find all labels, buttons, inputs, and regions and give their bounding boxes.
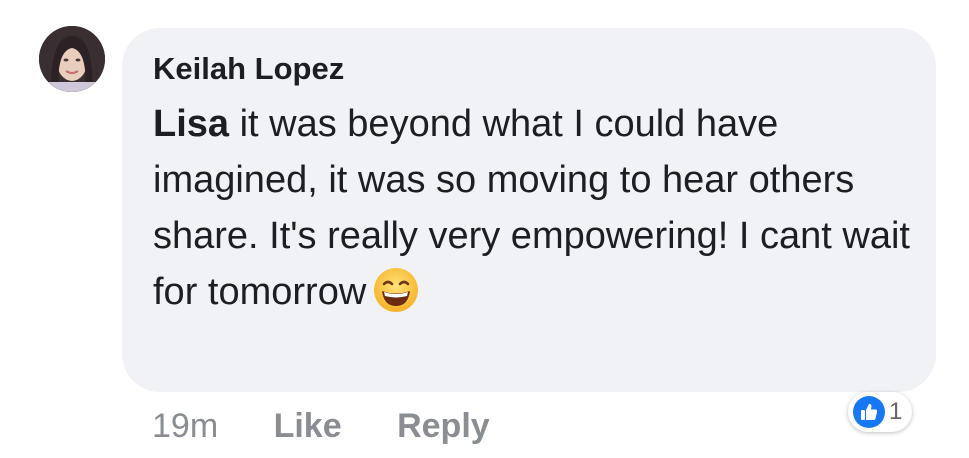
timestamp[interactable]: 19m: [152, 407, 218, 445]
comment-container: Keilah Lopez Lisa it was beyond what I c…: [0, 0, 969, 458]
thumbs-up-icon: [853, 396, 885, 428]
grinning-squinting-face-icon: [372, 266, 420, 314]
comment-bubble: Keilah Lopez Lisa it was beyond what I c…: [122, 28, 936, 392]
like-button[interactable]: Like: [274, 407, 342, 445]
reply-button[interactable]: Reply: [397, 407, 490, 445]
reaction-summary[interactable]: 1: [848, 392, 913, 432]
avatar[interactable]: [39, 26, 105, 92]
comment-text: Lisa it was beyond what I could have ima…: [153, 96, 913, 320]
avatar-photo: [39, 26, 105, 92]
reaction-count: 1: [889, 398, 903, 425]
author-name[interactable]: Keilah Lopez: [153, 50, 906, 88]
mention-link[interactable]: Lisa: [153, 103, 229, 145]
comment-actions: 19m Like Reply: [152, 404, 536, 448]
comment-body: it was beyond what I could have imagined…: [153, 103, 910, 313]
